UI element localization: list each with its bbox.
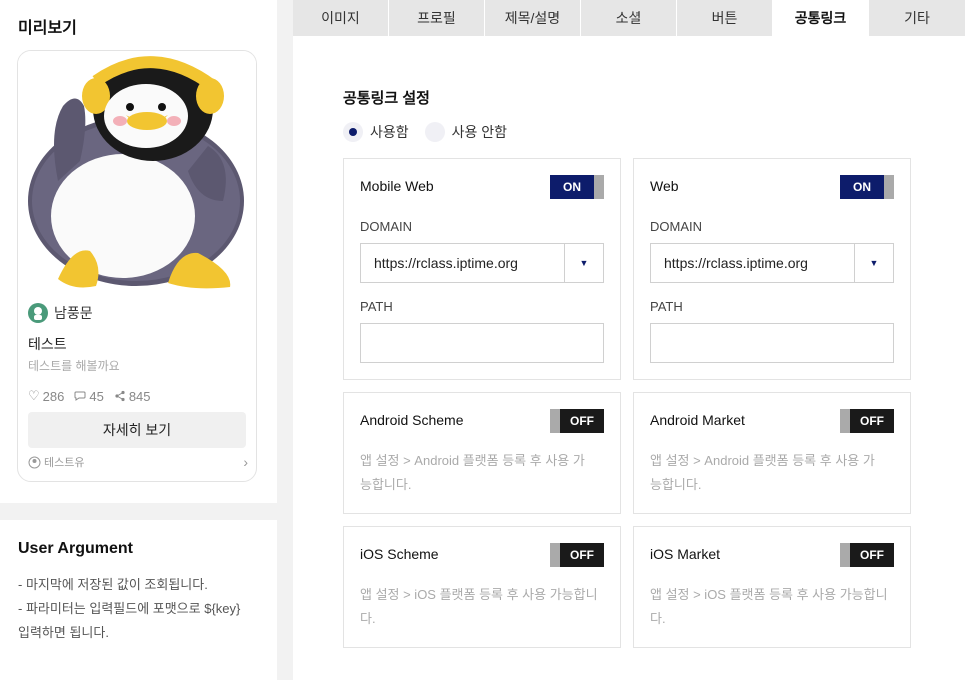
preview-title: 미리보기	[18, 20, 77, 37]
android-market-box: Android Market OFF 앱 설정 > Android 플랫폼 등록…	[633, 392, 911, 514]
user-argument-title: User Argument	[18, 540, 133, 557]
web-path-label: PATH	[650, 299, 683, 314]
tab-button[interactable]: 버튼	[677, 0, 773, 36]
chevron-right-icon: ›	[243, 454, 248, 470]
channel-icon	[28, 456, 41, 468]
user-argument-section: User Argument - 마지막에 저장된 값이 조회됩니다. - 파라미…	[0, 520, 277, 680]
share-count: 845	[128, 388, 151, 404]
ios-market-box: iOS Market OFF 앱 설정 > iOS 플랫폼 등록 후 사용 가능…	[633, 526, 911, 648]
web-path-input[interactable]	[650, 323, 894, 363]
common-link-title: 공통링크 설정	[343, 90, 430, 107]
comment-icon	[74, 391, 86, 401]
web-box: Web ON DOMAIN https://rclass.iptime.org …	[633, 158, 911, 380]
web-domain-value: https://rclass.iptime.org	[664, 255, 808, 271]
radio-use-label: 사용함	[370, 124, 409, 140]
user-argument-line-3: 입력하면 됩니다.	[18, 625, 109, 640]
card-description: 테스트를 해볼까요	[28, 359, 120, 373]
mobile-web-domain-value: https://rclass.iptime.org	[374, 255, 518, 271]
web-domain-select[interactable]: https://rclass.iptime.org ▼	[650, 243, 894, 283]
tab-etc[interactable]: 기타	[869, 0, 965, 36]
caret-down-icon: ▼	[564, 244, 603, 282]
preview-image	[18, 51, 256, 291]
user-argument-line-2: - 파라미터는 입력필드에 포맷으로 ${key}	[18, 601, 241, 616]
left-panel: 미리보기 남풍문 테스트 테스트를 해볼까요 ♡ 286 45 845 자세히 …	[0, 0, 277, 680]
preview-card: 남풍문 테스트 테스트를 해볼까요 ♡ 286 45 845 자세히 보기 테스…	[17, 50, 257, 482]
heart-icon: ♡	[28, 388, 40, 403]
android-market-hint: 앱 설정 > Android 플랫폼 등록 후 사용 가 능합니다.	[650, 453, 875, 492]
web-domain-label: DOMAIN	[650, 219, 702, 234]
android-scheme-hint: 앱 설정 > Android 플랫폼 등록 후 사용 가 능합니다.	[360, 453, 585, 492]
author-name: 남풍문	[54, 305, 93, 321]
android-scheme-toggle[interactable]: OFF	[550, 409, 604, 433]
detail-view-button[interactable]: 자세히 보기	[28, 412, 246, 448]
ios-scheme-toggle[interactable]: OFF	[550, 543, 604, 567]
preview-section: 미리보기 남풍문 테스트 테스트를 해볼까요 ♡ 286 45 845 자세히 …	[0, 0, 277, 503]
penguin-mascot-image	[28, 56, 244, 289]
card-title: 테스트	[28, 336, 67, 352]
author-avatar	[28, 303, 48, 323]
card-stats: ♡ 286 45 845	[28, 388, 151, 404]
caret-down-icon: ▼	[854, 244, 893, 282]
tab-image[interactable]: 이미지	[293, 0, 389, 36]
ios-market-label: iOS Market	[650, 546, 721, 562]
mobile-web-box: Mobile Web ON DOMAIN https://rclass.ipti…	[343, 158, 621, 380]
mobile-web-toggle[interactable]: ON	[550, 175, 604, 199]
tab-profile[interactable]: 프로필	[389, 0, 485, 36]
android-scheme-label: Android Scheme	[360, 412, 464, 428]
tab-common-link[interactable]: 공통링크	[773, 0, 869, 36]
character-icon	[34, 307, 42, 320]
radio-selected-icon	[343, 122, 363, 142]
android-scheme-box: Android Scheme OFF 앱 설정 > Android 플랫폼 등록…	[343, 392, 621, 514]
ios-scheme-label: iOS Scheme	[360, 546, 439, 562]
user-argument-line-1: - 마지막에 저장된 값이 조회됩니다.	[18, 577, 208, 592]
comment-count: 45	[89, 388, 104, 404]
use-radio-group: 사용함 사용 안함	[343, 122, 507, 142]
like-stat: ♡ 286	[28, 388, 64, 404]
comment-stat: 45	[74, 388, 104, 404]
settings-panel: 이미지 프로필 제목/설명 소셜 버튼 공통링크 기타 공통링크 설정 사용함 …	[293, 0, 965, 680]
tab-title-description[interactable]: 제목/설명	[485, 0, 581, 36]
web-label: Web	[650, 178, 679, 194]
card-author: 남풍문	[28, 303, 93, 323]
radio-not-use[interactable]: 사용 안함	[424, 122, 508, 142]
mobile-web-path-label: PATH	[360, 299, 393, 314]
mobile-web-domain-label: DOMAIN	[360, 219, 412, 234]
android-market-toggle[interactable]: OFF	[840, 409, 894, 433]
radio-not-use-label: 사용 안함	[451, 124, 508, 140]
radio-use[interactable]: 사용함	[343, 122, 409, 142]
ios-scheme-box: iOS Scheme OFF 앱 설정 > iOS 플랫폼 등록 후 사용 가능…	[343, 526, 621, 648]
card-footer[interactable]: 테스트유 ›	[28, 454, 248, 470]
ios-scheme-hint: 앱 설정 > iOS 플랫폼 등록 후 사용 가능합니 다.	[360, 587, 598, 626]
ios-market-toggle[interactable]: OFF	[840, 543, 894, 567]
radio-unselected-icon	[424, 122, 445, 142]
mobile-web-path-input[interactable]	[360, 323, 604, 363]
tab-bar: 이미지 프로필 제목/설명 소셜 버튼 공통링크 기타	[293, 0, 965, 36]
like-count: 286	[42, 388, 65, 404]
tab-social[interactable]: 소셜	[581, 0, 677, 36]
web-toggle[interactable]: ON	[840, 175, 894, 199]
footer-channel-name: 테스트유	[44, 457, 85, 469]
share-icon	[115, 390, 125, 402]
share-stat: 845	[114, 388, 151, 404]
ios-market-hint: 앱 설정 > iOS 플랫폼 등록 후 사용 가능합니 다.	[650, 587, 888, 626]
mobile-web-domain-select[interactable]: https://rclass.iptime.org ▼	[360, 243, 604, 283]
mobile-web-label: Mobile Web	[360, 178, 434, 194]
android-market-label: Android Market	[650, 412, 745, 428]
